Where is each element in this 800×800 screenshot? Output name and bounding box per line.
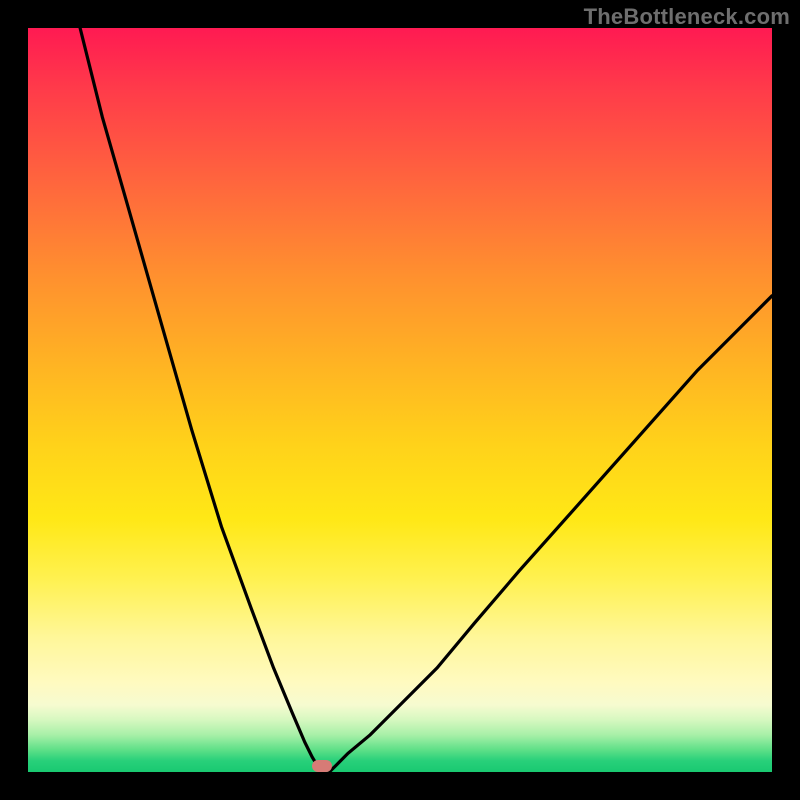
bottleneck-curve	[28, 28, 772, 772]
watermark-text: TheBottleneck.com	[584, 4, 790, 30]
plot-area	[28, 28, 772, 772]
minimum-marker	[312, 760, 332, 772]
curve-right-branch	[329, 296, 772, 772]
curve-left-branch	[80, 28, 322, 772]
chart-frame: TheBottleneck.com	[0, 0, 800, 800]
